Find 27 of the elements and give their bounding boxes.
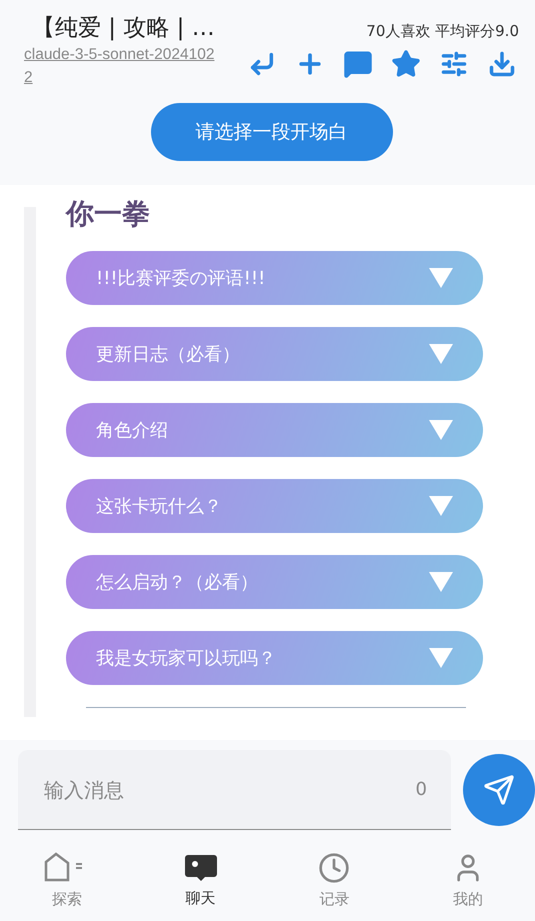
- accordion-section[interactable]: 我是女玩家可以玩吗？: [66, 631, 483, 685]
- accordion-section[interactable]: 怎么启动？（必看）: [66, 555, 483, 609]
- model-link[interactable]: claude-3-5-sonnet-20241022: [24, 43, 220, 89]
- nav-tab[interactable]: 记录: [268, 840, 402, 921]
- accordion-section[interactable]: 角色介绍: [66, 403, 483, 457]
- accordion-section[interactable]: !!!比赛评委の评语!!!: [66, 251, 483, 305]
- opening-button[interactable]: 请选择一段开场白: [150, 103, 392, 161]
- nav-tab[interactable]: 我的: [401, 840, 535, 921]
- accordion-section[interactable]: 这张卡玩什么？: [66, 479, 483, 533]
- caret-icon: [429, 420, 453, 440]
- rating-stats: 70人喜欢 平均评分9.0: [366, 22, 519, 41]
- clock-icon: [318, 852, 350, 884]
- nav-tab[interactable]: 探索: [0, 840, 134, 921]
- card-heading: 你一拳: [66, 199, 151, 229]
- caret-icon: [429, 344, 453, 364]
- message-input[interactable]: 输入消息: [42, 776, 416, 802]
- caret-icon: [429, 648, 453, 668]
- accordion-section[interactable]: 更新日志（必看）: [66, 327, 483, 381]
- message-field[interactable]: 输入消息 0: [18, 750, 451, 830]
- send-icon: [483, 774, 515, 806]
- character-count: 0: [416, 779, 427, 800]
- chat-bubble-icon: [184, 853, 218, 883]
- caret-icon: [429, 572, 453, 592]
- nav-tab[interactable]: 聊天: [134, 840, 268, 921]
- character-title: 【纯爱 | 攻略 | …: [32, 14, 215, 43]
- caret-icon: [429, 268, 453, 288]
- caret-icon: [429, 496, 453, 516]
